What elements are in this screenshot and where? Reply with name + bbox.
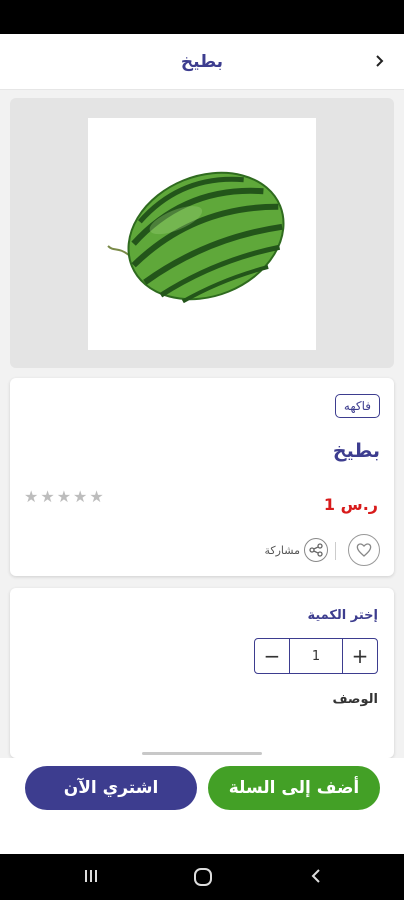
recent-apps-icon[interactable] <box>81 866 101 886</box>
rating-stars: ★ ★ ★ ★ ★ <box>24 489 104 505</box>
star-icon: ★ <box>89 487 104 506</box>
quantity-title: إختر الكمية <box>307 608 378 623</box>
add-to-cart-button[interactable]: أضف إلى السلة <box>208 766 380 810</box>
scroll-indicator <box>142 752 262 755</box>
system-nav-bar <box>0 854 404 900</box>
bottom-action-bar: أضف إلى السلة اشتري الآن <box>0 758 404 854</box>
quantity-card: إختر الكمية + 1 − الوصف <box>10 588 394 758</box>
heart-icon <box>356 543 372 557</box>
star-icon: ★ <box>56 487 72 506</box>
watermelon-image <box>107 171 285 304</box>
status-bar <box>0 0 404 34</box>
product-price: 1 ر.س <box>323 495 378 514</box>
share-icon <box>304 538 328 562</box>
chevron-right-icon <box>376 55 384 67</box>
back-icon[interactable] <box>306 866 326 886</box>
star-icon: ★ <box>73 487 88 506</box>
quantity-value[interactable]: 1 <box>289 639 343 673</box>
product-name: بطيخ <box>332 440 380 462</box>
home-icon[interactable] <box>192 866 214 888</box>
category-badge[interactable]: فاكهه <box>334 394 380 418</box>
back-button[interactable] <box>370 51 390 71</box>
divider <box>335 542 336 560</box>
product-info-card: فاكهه بطيخ ★ ★ ★ ★ ★ 1 ر.س مشاركة <box>10 378 394 576</box>
description-title: الوصف <box>332 692 378 707</box>
product-image <box>88 118 316 350</box>
product-image-card <box>10 98 394 368</box>
decrement-button[interactable]: − <box>255 639 289 673</box>
star-icon: ★ <box>40 487 55 506</box>
star-icon: ★ <box>24 487 39 506</box>
quantity-stepper[interactable]: + 1 − <box>254 638 378 674</box>
favorite-button[interactable] <box>348 534 380 566</box>
page-title: بطيخ <box>180 52 224 72</box>
increment-button[interactable]: + <box>343 639 377 673</box>
share-label: مشاركة <box>264 543 300 557</box>
share-button[interactable]: مشاركة <box>264 534 328 566</box>
app-header: بطيخ <box>0 34 404 90</box>
buy-now-button[interactable]: اشتري الآن <box>25 766 197 810</box>
